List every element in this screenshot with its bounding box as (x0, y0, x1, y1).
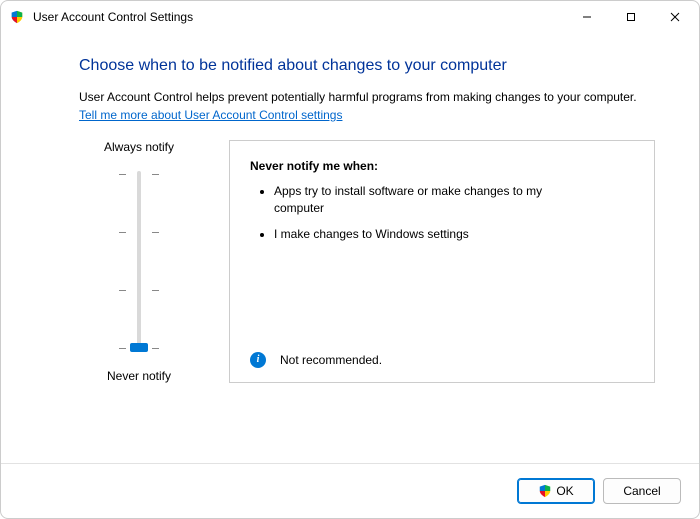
description-text: User Account Control helps prevent poten… (79, 89, 655, 106)
shield-icon (538, 484, 552, 498)
slider-bottom-label: Never notify (107, 369, 171, 383)
maximize-button[interactable] (609, 2, 653, 32)
shield-icon (9, 9, 25, 25)
list-item: I make changes to Windows settings (274, 226, 574, 243)
window-title: User Account Control Settings (33, 10, 565, 24)
page-heading: Choose when to be notified about changes… (79, 57, 655, 75)
panel-title: Never notify me when: (250, 159, 634, 173)
close-button[interactable] (653, 2, 697, 32)
content-area: Choose when to be notified about changes… (1, 33, 699, 463)
cancel-button-label: Cancel (623, 484, 660, 498)
ok-button[interactable]: OK (517, 478, 595, 504)
cancel-button[interactable]: Cancel (603, 478, 681, 504)
body-row: Always notify Never notify Never notify … (79, 140, 655, 383)
dialog-footer: OK Cancel (1, 463, 699, 518)
window-controls (565, 2, 697, 32)
notification-slider: Always notify Never notify (79, 140, 199, 383)
slider-thumb[interactable] (130, 343, 148, 352)
learn-more-link[interactable]: Tell me more about User Account Control … (79, 108, 655, 122)
ok-button-label: OK (556, 484, 573, 498)
slider-tick (119, 289, 159, 291)
description-panel: Never notify me when: Apps try to instal… (229, 140, 655, 383)
titlebar: User Account Control Settings (1, 1, 699, 33)
recommendation-text: Not recommended. (280, 353, 382, 367)
panel-footer: i Not recommended. (250, 342, 634, 368)
slider-top-label: Always notify (104, 140, 174, 154)
uac-window: User Account Control Settings Choose whe… (0, 0, 700, 519)
list-item: Apps try to install software or make cha… (274, 183, 574, 218)
slider-tick (119, 173, 159, 175)
slider-tick (119, 231, 159, 233)
minimize-button[interactable] (565, 2, 609, 32)
panel-list: Apps try to install software or make cha… (250, 183, 634, 251)
info-icon: i (250, 352, 266, 368)
slider-track[interactable] (109, 164, 169, 359)
